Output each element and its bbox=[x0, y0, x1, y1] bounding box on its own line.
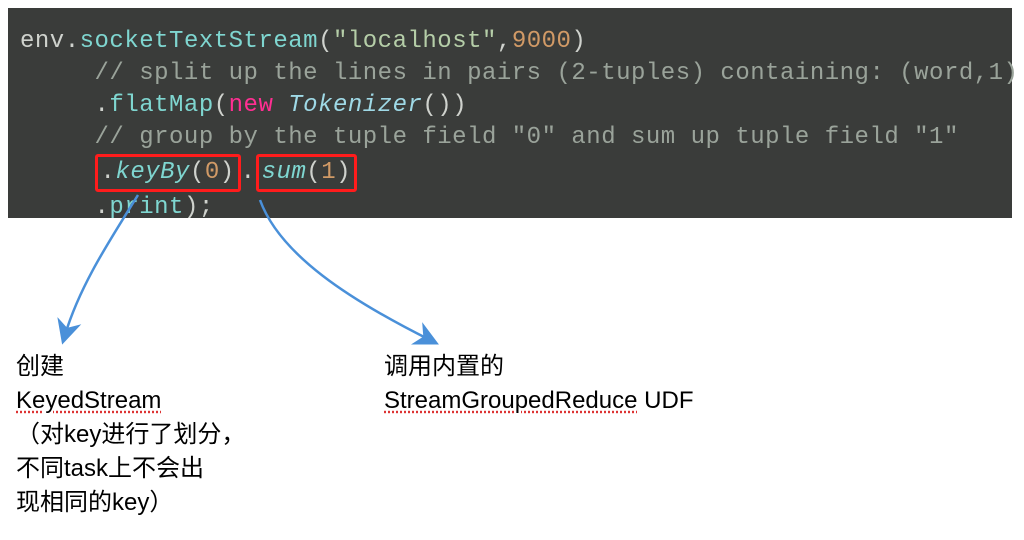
comment: // split up the lines in pairs (2-tuples… bbox=[95, 60, 1019, 87]
number-literal: 9000 bbox=[512, 28, 572, 55]
code-block: env.socketTextStream("localhost",9000) /… bbox=[8, 8, 1012, 218]
method-sum: sum bbox=[262, 159, 307, 186]
code-line-6: .print); bbox=[20, 192, 1000, 224]
ident-env: env bbox=[20, 28, 65, 55]
method-flatMap: flatMap bbox=[109, 92, 213, 119]
code-line-4: // group by the tuple field "0" and sum … bbox=[20, 122, 1000, 154]
type-Tokenizer: Tokenizer bbox=[288, 92, 422, 119]
note-line: 创建 bbox=[16, 350, 246, 384]
note-line: KeyedStream bbox=[16, 384, 246, 418]
highlight-keyby: .keyBy(0) bbox=[95, 154, 241, 192]
note-udf: 调用内置的 StreamGroupedReduce UDF bbox=[384, 350, 804, 418]
code-line-1: env.socketTextStream("localhost",9000) bbox=[20, 26, 1000, 58]
note-line: 不同task上不会出 bbox=[16, 452, 246, 486]
note-line: 现相同的key） bbox=[16, 486, 246, 520]
note-line: （对key进行了划分， bbox=[16, 418, 246, 452]
code-line-5: .keyBy(0).sum(1) bbox=[20, 154, 1000, 192]
note-line: 调用内置的 bbox=[384, 350, 804, 384]
note-line: StreamGroupedReduce UDF bbox=[384, 384, 804, 418]
code-line-2: // split up the lines in pairs (2-tuples… bbox=[20, 58, 1000, 90]
note-keyedstream: 创建 KeyedStream （对key进行了划分， 不同task上不会出 现相… bbox=[16, 350, 246, 520]
keyword-new: new bbox=[229, 92, 274, 119]
code-line-3: .flatMap(new Tokenizer()) bbox=[20, 90, 1000, 122]
string-literal: "localhost" bbox=[333, 28, 497, 55]
comment: // group by the tuple field "0" and sum … bbox=[95, 124, 959, 151]
method-socketTextStream: socketTextStream bbox=[80, 28, 318, 55]
method-print: print bbox=[109, 194, 184, 221]
method-keyBy: keyBy bbox=[115, 159, 190, 186]
highlight-sum: sum(1) bbox=[256, 154, 357, 192]
